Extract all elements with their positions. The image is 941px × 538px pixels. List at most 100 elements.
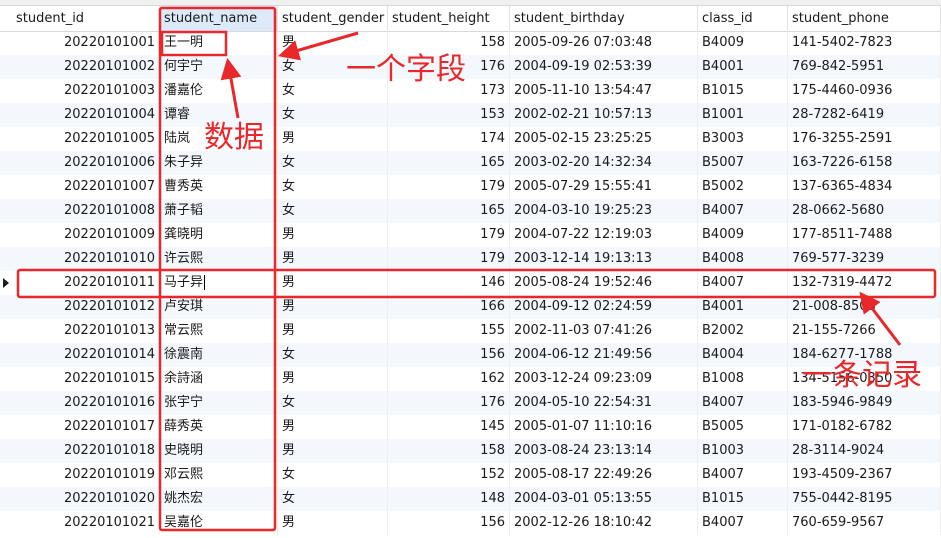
table-row[interactable]: 20220101002 何宇宁女 176 2004-09-19 02:53:39 B40… [0,55,941,79]
cell-student-height[interactable]: 176 [388,391,510,415]
column-header-student-phone[interactable]: student_phone [788,6,941,31]
cell-student-birthday[interactable]: 2005-11-10 13:54:47 [510,79,698,103]
cell-student-birthday[interactable]: 2005-08-24 19:52:46 [510,271,698,295]
row-selector[interactable] [0,487,12,511]
cell-student-phone[interactable]: 769-842-5951 [788,55,941,79]
row-selector[interactable] [0,319,12,343]
cell-student-name[interactable]: 张宇宁 [160,391,278,415]
row-selector[interactable] [0,343,12,367]
cell-student-height[interactable]: 179 [388,223,510,247]
cell-student-phone[interactable]: 141-5402-7823 [788,31,941,55]
column-header-student-gender[interactable]: student_gender [278,6,388,31]
cell-student-phone[interactable]: 769-577-3239 [788,247,941,271]
cell-student-phone[interactable]: 132-7319-4472 [788,271,941,295]
cell-student-birthday[interactable]: 2002-11-03 07:41:26 [510,319,698,343]
column-header-student-birthday[interactable]: student_birthday [510,6,698,31]
cell-class-id[interactable]: B4007 [698,199,788,223]
cell-class-id[interactable]: B4007 [698,511,788,535]
cell-student-name[interactable]: 姚杰宏 [160,487,278,511]
cell-student-id[interactable]: 20220101015 [12,367,160,391]
cell-student-id[interactable]: 20220101012 [12,295,160,319]
cell-student-id[interactable]: 20220101013 [12,319,160,343]
table-row[interactable]: 20220101013 常云熙男 155 2002-11-03 07:41:26 B20… [0,319,941,343]
cell-student-name[interactable]: 马子异 [160,271,278,295]
cell-class-id[interactable]: B3003 [698,127,788,151]
cell-student-phone[interactable]: 163-7226-6158 [788,151,941,175]
cell-student-phone[interactable]: 760-659-9567 [788,511,941,535]
cell-student-birthday[interactable]: 2003-12-24 09:23:09 [510,367,698,391]
cell-student-gender[interactable]: 女 [278,487,388,511]
cell-student-gender[interactable]: 男 [278,511,388,535]
table-row[interactable]: 20220101018 史晓明男 158 2003-08-24 23:13:14 B10… [0,439,941,463]
cell-student-phone[interactable]: 28-0662-5680 [788,199,941,223]
cell-class-id[interactable]: B4008 [698,247,788,271]
cell-student-id[interactable]: 20220101008 [12,199,160,223]
column-header-student-id[interactable]: student_id [12,6,160,31]
cell-student-name[interactable]: 卢安琪 [160,295,278,319]
row-selector[interactable] [0,271,12,295]
cell-student-name[interactable]: 王一明 [160,31,278,55]
cell-class-id[interactable]: B4007 [698,271,788,295]
cell-student-gender[interactable]: 男 [278,439,388,463]
table-row[interactable]: 20220101003 潘嘉伦女 173 2005-11-10 13:54:47 B10… [0,79,941,103]
cell-student-birthday[interactable]: 2002-12-26 18:10:42 [510,511,698,535]
row-selector[interactable] [0,415,12,439]
cell-student-name[interactable]: 潘嘉伦 [160,79,278,103]
cell-student-gender[interactable]: 女 [278,391,388,415]
cell-student-birthday[interactable]: 2004-09-19 02:53:39 [510,55,698,79]
cell-student-birthday[interactable]: 2005-02-15 23:25:25 [510,127,698,151]
table-row[interactable]: 20220101015 余詩涵男 162 2003-12-24 09:23:09 B10… [0,367,941,391]
row-selector[interactable] [0,367,12,391]
cell-class-id[interactable]: B5007 [698,151,788,175]
cell-student-gender[interactable]: 女 [278,463,388,487]
cell-student-phone[interactable]: 21-008-8508 [788,295,941,319]
cell-student-height[interactable]: 145 [388,415,510,439]
row-selector[interactable] [0,199,12,223]
table-row[interactable]: 20220101005 陆岚男 174 2005-02-15 23:25:25 B300… [0,127,941,151]
editing-cell-text[interactable]: 马子异 [164,275,203,290]
cell-student-name[interactable]: 曹秀英 [160,175,278,199]
cell-student-name[interactable]: 许云熙 [160,247,278,271]
table-row[interactable]: 20220101017 薛秀英男 145 2005-01-07 11:10:16 B50… [0,415,941,439]
cell-student-birthday[interactable]: 2002-02-21 10:57:13 [510,103,698,127]
table-row[interactable]: 20220101020 姚杰宏女 148 2004-03-01 05:13:55 B10… [0,487,941,511]
cell-student-id[interactable]: 20220101002 [12,55,160,79]
cell-class-id[interactable]: B1015 [698,79,788,103]
row-selector[interactable] [0,55,12,79]
cell-student-name[interactable]: 史晓明 [160,439,278,463]
cell-student-id[interactable]: 20220101004 [12,103,160,127]
cell-student-id[interactable]: 20220101016 [12,391,160,415]
cell-student-gender[interactable]: 男 [278,415,388,439]
cell-student-birthday[interactable]: 2005-09-26 07:03:48 [510,31,698,55]
table-row[interactable]: 20220101010 许云熙男 179 2003-12-14 19:13:13 B40… [0,247,941,271]
table-row[interactable]: 20220101019 邓云熙女 152 2005-08-17 22:49:26 B40… [0,463,941,487]
cell-class-id[interactable]: B4007 [698,463,788,487]
cell-student-gender[interactable]: 男 [278,223,388,247]
row-selector[interactable] [0,391,12,415]
cell-student-height[interactable]: 158 [388,439,510,463]
cell-student-birthday[interactable]: 2004-03-01 05:13:55 [510,487,698,511]
table-row[interactable]: 20220101014 徐震南女 156 2004-06-12 21:49:56 B40… [0,343,941,367]
cell-student-birthday[interactable]: 2003-12-14 19:13:13 [510,247,698,271]
cell-student-birthday[interactable]: 2005-01-07 11:10:16 [510,415,698,439]
cell-student-height[interactable]: 153 [388,103,510,127]
table-row[interactable]: 20220101011 马子异 男 146 2005-08-24 19:52:46 B40… [0,271,941,295]
cell-student-height[interactable]: 165 [388,199,510,223]
cell-student-id[interactable]: 20220101003 [12,79,160,103]
cell-student-height[interactable]: 174 [388,127,510,151]
cell-class-id[interactable]: B4001 [698,295,788,319]
table-row[interactable]: 20220101004 谭睿女 153 2002-02-21 10:57:13 B100… [0,103,941,127]
cell-student-height[interactable]: 155 [388,319,510,343]
cell-student-birthday[interactable]: 2005-08-17 22:49:26 [510,463,698,487]
cell-student-phone[interactable]: 193-4509-2367 [788,463,941,487]
cell-student-name[interactable]: 徐震南 [160,343,278,367]
cell-student-id[interactable]: 20220101006 [12,151,160,175]
row-selector[interactable] [0,247,12,271]
cell-class-id[interactable]: B5002 [698,175,788,199]
cell-student-name[interactable]: 余詩涵 [160,367,278,391]
cell-student-height[interactable]: 179 [388,247,510,271]
cell-student-gender[interactable]: 女 [278,199,388,223]
cell-student-gender[interactable]: 女 [278,343,388,367]
cell-student-gender[interactable]: 男 [278,127,388,151]
row-selector[interactable] [0,511,12,535]
